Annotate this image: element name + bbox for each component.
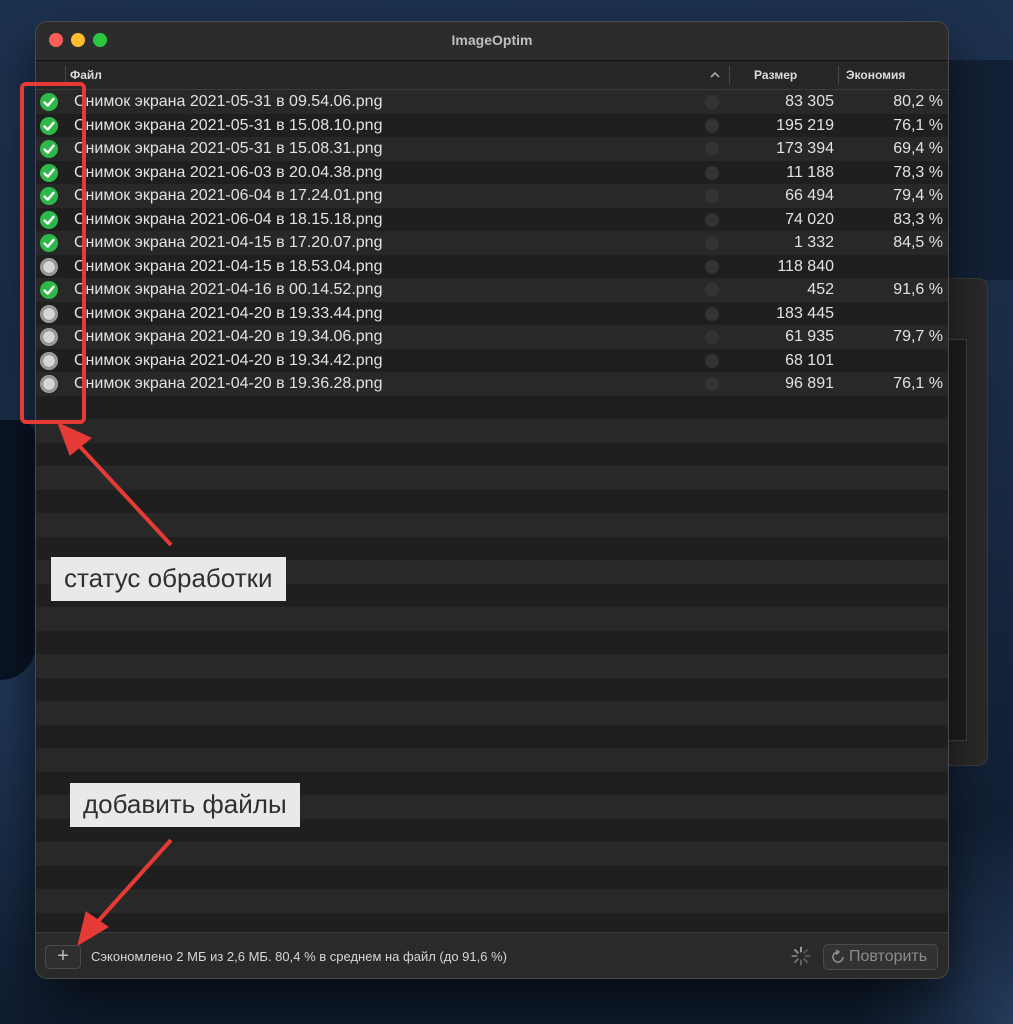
- status-arrow: [70, 436, 173, 547]
- add-arrow: [90, 838, 173, 930]
- annotation-arrows: [57, 422, 173, 947]
- status-arrow-head: [57, 422, 92, 456]
